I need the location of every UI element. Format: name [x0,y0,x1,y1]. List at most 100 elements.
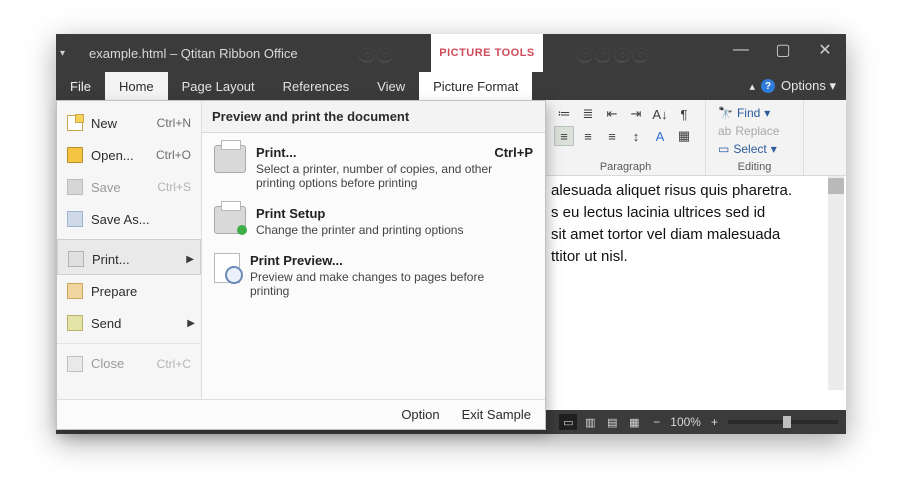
send-icon [67,315,83,331]
file-menu: New Ctrl+N Open... Ctrl+O Save Ctrl+S Sa… [56,100,546,430]
document-text: s eu lectus lacinia ultrices sed id [551,204,765,221]
file-menu-send[interactable]: Send ▶ [57,307,201,339]
align-right-icon[interactable]: ≡ [602,126,622,146]
vertical-scrollbar[interactable] [828,176,844,390]
view-normal-icon[interactable]: ▭ [559,414,577,430]
sort-icon[interactable]: A↓ [650,104,670,124]
file-menu-left: New Ctrl+N Open... Ctrl+O Save Ctrl+S Sa… [57,101,202,399]
menu-label: Close [91,356,124,371]
printer-icon [68,251,84,267]
shortcut: Ctrl+S [157,180,191,194]
shortcut: Ctrl+N [157,116,191,130]
shading-icon[interactable]: ▦ [674,126,694,146]
zoom-label: 100% [670,415,701,429]
exit-sample-button[interactable]: Exit Sample [462,407,531,422]
qat-customize-icon[interactable]: ▾ [60,48,65,59]
save-as-icon [67,211,83,227]
align-center-icon[interactable]: ≡ [578,126,598,146]
print-option-setup[interactable]: Print Setup Change the printer and print… [212,200,535,247]
file-menu-save-as[interactable]: Save As... [57,203,201,235]
font-outline-icon[interactable]: A [650,126,670,146]
pilcrow-icon[interactable]: ¶ [674,104,694,124]
zoom-in-button[interactable]: + [711,415,718,429]
print-preview-icon [214,253,240,283]
cursor-icon: ▭ [718,142,729,156]
option-title: Print Preview... [250,253,343,268]
shortcut: Ctrl+P [494,145,533,160]
print-option-print[interactable]: Print... Ctrl+P Select a printer, number… [212,139,535,200]
replace-icon: ab [718,124,731,138]
option-desc: Change the printer and printing options [256,223,526,237]
zoom-slider-thumb[interactable] [783,416,791,428]
file-menu-open[interactable]: Open... Ctrl+O [57,139,201,171]
window-title: example.html – Qtitan Ribbon Office [89,46,298,61]
align-left-icon[interactable]: ≡ [554,126,574,146]
view-outline-icon[interactable]: ▦ [625,414,643,430]
menu-label: Save [91,180,121,195]
minimize-button[interactable]: — [720,34,762,66]
prepare-icon [67,283,83,299]
printer-setup-icon [214,206,246,234]
file-menu-print[interactable]: Print... ▶ [57,239,201,275]
ribbon-collapse-icon[interactable]: ▴ [750,80,756,93]
select-button[interactable]: ▭Select ▾ [714,140,795,158]
menu-label: New [91,116,117,131]
submenu-arrow-icon: ▶ [186,254,194,265]
find-button[interactable]: 🔭Find ▾ [714,104,795,122]
view-web-icon[interactable]: ▤ [603,414,621,430]
file-menu-prepare[interactable]: Prepare [57,275,201,307]
maximize-button[interactable]: ▢ [762,34,804,66]
shortcut: Ctrl+C [157,357,191,371]
file-menu-footer: Option Exit Sample [57,399,545,429]
menu-label: Print... [92,252,130,267]
tab-view[interactable]: View [363,72,419,100]
option-desc: Preview and make changes to pages before… [250,270,520,298]
document-text: ttitor ut nisl. [551,248,628,265]
decorative-swirl: ෛ [358,38,417,71]
outdent-icon[interactable]: ⇤ [602,104,622,124]
view-reading-icon[interactable]: ▥ [581,414,599,430]
file-menu-new[interactable]: New Ctrl+N [57,107,201,139]
ribbon-group-label: Paragraph [554,161,697,173]
tab-file[interactable]: File [56,72,105,100]
ribbon-tabs: File Home Page Layout References View Pi… [56,72,846,100]
save-icon [67,179,83,195]
option-title: Print Setup [256,206,325,221]
ribbon-group-label: Editing [714,161,795,173]
help-icon[interactable]: ? [761,79,775,93]
panel-header: Preview and print the document [202,101,545,133]
close-window-button[interactable]: ✕ [804,34,846,66]
ribbon-group-paragraph: ≔ ≣ ⇤ ⇥ A↓ ¶ ≡ ≡ ≡ ↕ A ▦ Paragraph [546,100,706,175]
zoom-slider[interactable] [728,420,838,424]
shortcut: Ctrl+O [156,148,191,162]
tab-home[interactable]: Home [105,72,168,100]
binoculars-icon: 🔭 [718,106,733,120]
tab-page-layout[interactable]: Page Layout [168,72,269,100]
file-menu-right-panel: Preview and print the document Print... … [202,101,545,399]
close-icon [67,356,83,372]
menu-label: Prepare [91,284,137,299]
replace-button[interactable]: abReplace [714,122,795,140]
indent-icon[interactable]: ⇥ [626,104,646,124]
line-spacing-icon[interactable]: ↕ [626,126,646,146]
submenu-arrow-icon: ▶ [187,318,195,329]
open-folder-icon [67,147,83,163]
scrollbar-thumb[interactable] [828,178,844,194]
menu-label: Save As... [91,212,150,227]
numbering-icon[interactable]: ≣ [578,104,598,124]
bullets-icon[interactable]: ≔ [554,104,574,124]
new-file-icon [67,115,83,131]
options-button[interactable]: Options ▾ [781,78,836,94]
option-button[interactable]: Option [401,407,439,422]
zoom-out-button[interactable]: − [653,415,660,429]
document-text: alesuada aliquet risus quis pharetra. [551,182,792,199]
menu-label: Send [91,316,121,331]
printer-icon [214,145,246,173]
tab-picture-format[interactable]: Picture Format [419,72,532,100]
print-option-preview[interactable]: Print Preview... Preview and make change… [212,247,535,308]
tab-references[interactable]: References [269,72,363,100]
file-menu-save[interactable]: Save Ctrl+S [57,171,201,203]
document-text: sit amet tortor vel diam malesuada [551,226,780,243]
ribbon-group-editing: 🔭Find ▾ abReplace ▭Select ▾ Editing [706,100,804,175]
file-menu-close[interactable]: Close Ctrl+C [57,343,201,379]
